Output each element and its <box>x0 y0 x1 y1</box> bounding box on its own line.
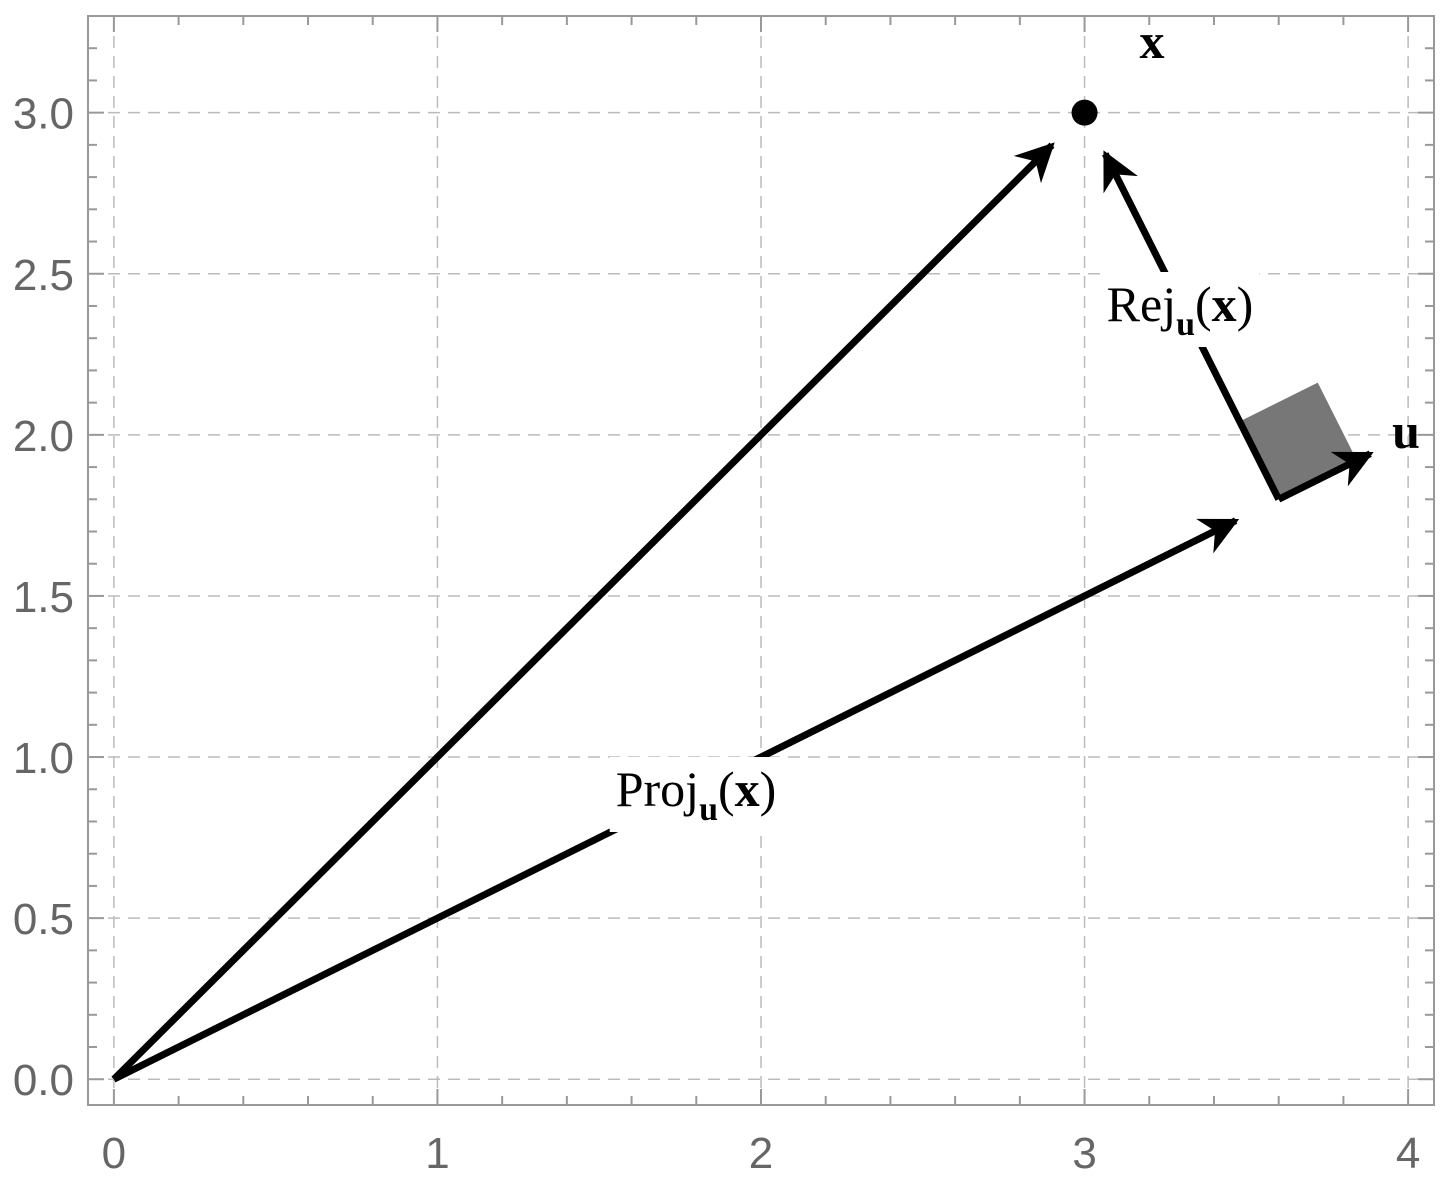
y-tick-label: 2.0 <box>13 412 74 461</box>
vectors <box>111 99 1374 1083</box>
right-angle-marker <box>1239 382 1357 500</box>
point-x-label: x <box>1140 13 1165 69</box>
y-tick-label: 2.5 <box>13 251 74 300</box>
grid <box>88 16 1434 1105</box>
y-tick-label: 0.0 <box>13 1056 74 1105</box>
right-angle-markers <box>1239 382 1357 500</box>
x-vector-arrow <box>111 142 1055 1082</box>
x-tick-label: 3 <box>1072 1129 1096 1178</box>
x-tick-label: 0 <box>102 1129 126 1178</box>
y-tick-label: 1.5 <box>13 573 74 622</box>
point-x <box>1071 99 1098 126</box>
u-vector-label: u <box>1392 403 1420 459</box>
vector-projection-chart: 0 1 2 3 40.00.51.01.52.02.53.0 Proju(x)Reju(… <box>13 13 1435 1178</box>
x-tick-label: 1 <box>425 1129 449 1178</box>
y-tick-label: 3.0 <box>13 90 74 139</box>
x-tick-label: 2 <box>749 1129 773 1178</box>
y-tick-label: 0.5 <box>13 895 74 944</box>
y-tick-label: 1.0 <box>13 734 74 783</box>
tick-labels: 0 1 2 3 4 0.0 0.5 1.0 1.5 2.0 2.5 3.0 <box>13 90 1421 1178</box>
x-tick-label: 4 <box>1396 1129 1420 1178</box>
